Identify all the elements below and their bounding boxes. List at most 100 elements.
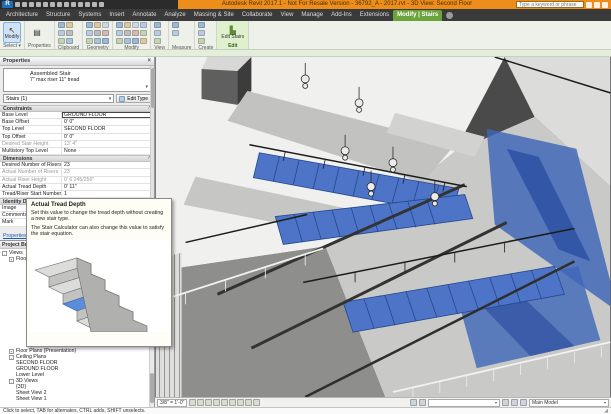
match-type-icon[interactable] xyxy=(65,22,73,28)
sign-in-icon[interactable] xyxy=(594,1,600,8)
beam-joins-icon[interactable] xyxy=(102,30,110,36)
tab-insert[interactable]: Insert xyxy=(105,10,128,21)
mirror-icon[interactable] xyxy=(116,38,124,44)
help-icon[interactable] xyxy=(602,1,608,8)
paste-icon[interactable] xyxy=(57,22,65,28)
scale-icon[interactable] xyxy=(140,22,148,28)
crop-view-icon[interactable] xyxy=(229,399,237,406)
split-face-icon[interactable] xyxy=(94,30,102,36)
reveal-hidden-icon[interactable] xyxy=(253,399,261,406)
property-value[interactable]: None xyxy=(62,148,154,154)
copy-icon[interactable] xyxy=(124,30,132,36)
undo-icon[interactable] xyxy=(36,2,41,7)
create-assembly-icon[interactable] xyxy=(198,38,206,44)
collapse-icon[interactable]: - xyxy=(2,250,7,256)
rotate-icon[interactable] xyxy=(124,38,132,44)
align-icon[interactable] xyxy=(116,22,124,28)
selection-box-icon[interactable] xyxy=(154,22,162,28)
measure-icon[interactable] xyxy=(57,2,62,7)
exclude-options-icon[interactable] xyxy=(502,399,509,406)
delete-icon[interactable] xyxy=(65,30,73,36)
cut-to-clipboard-icon[interactable] xyxy=(57,30,65,36)
property-value[interactable]: 23 xyxy=(62,169,154,175)
override-graphics-icon[interactable] xyxy=(154,38,162,44)
exchange-apps-icon[interactable] xyxy=(586,1,592,8)
property-value[interactable]: SECOND FLOOR xyxy=(62,126,154,132)
tab-systems[interactable]: Systems xyxy=(74,10,105,21)
detail-level-icon[interactable] xyxy=(189,399,197,406)
cut-geometry-icon[interactable] xyxy=(86,30,94,36)
modify-button[interactable]: ↖ Modify xyxy=(3,22,21,43)
visual-style-icon[interactable] xyxy=(197,399,205,406)
drawing-area-3d-view[interactable] xyxy=(155,57,611,397)
edit-stairs-button[interactable]: ▙ Edit Stairs xyxy=(220,22,245,43)
aligned-dimension-icon[interactable] xyxy=(64,2,69,7)
demolish-icon[interactable] xyxy=(102,22,110,28)
paint-icon[interactable] xyxy=(94,38,102,44)
text-icon[interactable] xyxy=(78,2,83,7)
collapse-icon[interactable]: - xyxy=(9,378,14,384)
property-value[interactable]: 13' 4" xyxy=(62,141,154,147)
property-value[interactable]: 0' 11" xyxy=(62,184,154,190)
modify-options-icon[interactable] xyxy=(446,12,454,19)
property-value[interactable]: GROUND FLOOR xyxy=(62,112,154,119)
pin-icon[interactable] xyxy=(65,38,73,44)
open-file-icon[interactable] xyxy=(15,2,20,7)
revit-logo[interactable]: R xyxy=(2,1,13,8)
aligned-dim-icon[interactable] xyxy=(171,30,179,36)
select-count-icon[interactable] xyxy=(520,399,527,406)
tree-item-sheet-view-1[interactable]: Sheet View 1 xyxy=(0,396,154,402)
hide-element-icon[interactable] xyxy=(154,30,162,36)
expand-icon[interactable]: + xyxy=(9,256,14,262)
offset-icon[interactable] xyxy=(116,30,124,36)
search-input[interactable] xyxy=(516,1,584,8)
editable-only-icon[interactable] xyxy=(419,399,426,406)
filter-funnel-icon[interactable] xyxy=(511,399,518,406)
tab-view[interactable]: View xyxy=(277,10,298,21)
view-scale-button[interactable]: 3/8" = 1'-0" xyxy=(157,398,188,407)
section-header-constraints[interactable]: Constraints^ xyxy=(0,105,154,112)
design-option-dropdown[interactable]: Main Model xyxy=(529,398,609,407)
join-icon[interactable] xyxy=(86,38,94,44)
tab-massing-site[interactable]: Massing & Site xyxy=(190,10,238,21)
sync-icon[interactable] xyxy=(29,2,34,7)
tab-modify-stairs[interactable]: Modify | Stairs xyxy=(393,10,443,21)
array-icon[interactable] xyxy=(132,38,140,44)
workset-dropdown[interactable] xyxy=(428,398,500,407)
pin-modify-icon[interactable] xyxy=(140,30,148,36)
create-group-icon[interactable] xyxy=(198,22,206,28)
crop-region-icon[interactable] xyxy=(237,399,245,406)
property-value[interactable]: 1 xyxy=(62,191,154,197)
property-value[interactable]: 0' 0" xyxy=(62,119,154,125)
tab-analyze[interactable]: Analyze xyxy=(160,10,189,21)
edit-type-button[interactable]: Edit Type xyxy=(116,94,151,103)
tab-extensions[interactable]: Extensions xyxy=(356,10,393,21)
tab-collaborate[interactable]: Collaborate xyxy=(238,10,277,21)
rendering-icon[interactable] xyxy=(221,399,229,406)
measure-tool-icon[interactable] xyxy=(171,22,179,28)
tab-architecture[interactable]: Architecture xyxy=(2,10,42,21)
section-header-dimensions[interactable]: Dimensions^ xyxy=(0,155,154,163)
property-value[interactable]: 0' 6 245/256" xyxy=(62,177,154,183)
wall-joins-icon[interactable] xyxy=(94,22,102,28)
property-value[interactable]: 0' 0" xyxy=(62,134,154,140)
thin-lines-icon[interactable] xyxy=(99,2,104,7)
unjoin-icon[interactable] xyxy=(102,38,110,44)
cope-icon[interactable] xyxy=(86,22,94,28)
resize-grip[interactable]: ◢ xyxy=(604,408,608,414)
tag-icon[interactable] xyxy=(71,2,76,7)
section-icon[interactable] xyxy=(92,2,97,7)
temporary-hide-icon[interactable] xyxy=(245,399,253,406)
property-value[interactable]: 23 xyxy=(62,162,154,168)
tab-add-ins[interactable]: Add-Ins xyxy=(327,10,356,21)
trim-icon[interactable] xyxy=(132,22,140,28)
worksets-icon[interactable] xyxy=(410,399,417,406)
collapse-icon[interactable]: - xyxy=(9,354,14,360)
delete-modify-icon[interactable] xyxy=(140,38,148,44)
split-icon[interactable] xyxy=(132,30,140,36)
print-icon[interactable] xyxy=(50,2,55,7)
tab-annotate[interactable]: Annotate xyxy=(128,10,160,21)
create-similar-icon[interactable] xyxy=(198,30,206,36)
type-selector[interactable]: Assembled Stair 7" max riser 11" tread xyxy=(3,68,151,92)
tab-structure[interactable]: Structure xyxy=(42,10,74,21)
